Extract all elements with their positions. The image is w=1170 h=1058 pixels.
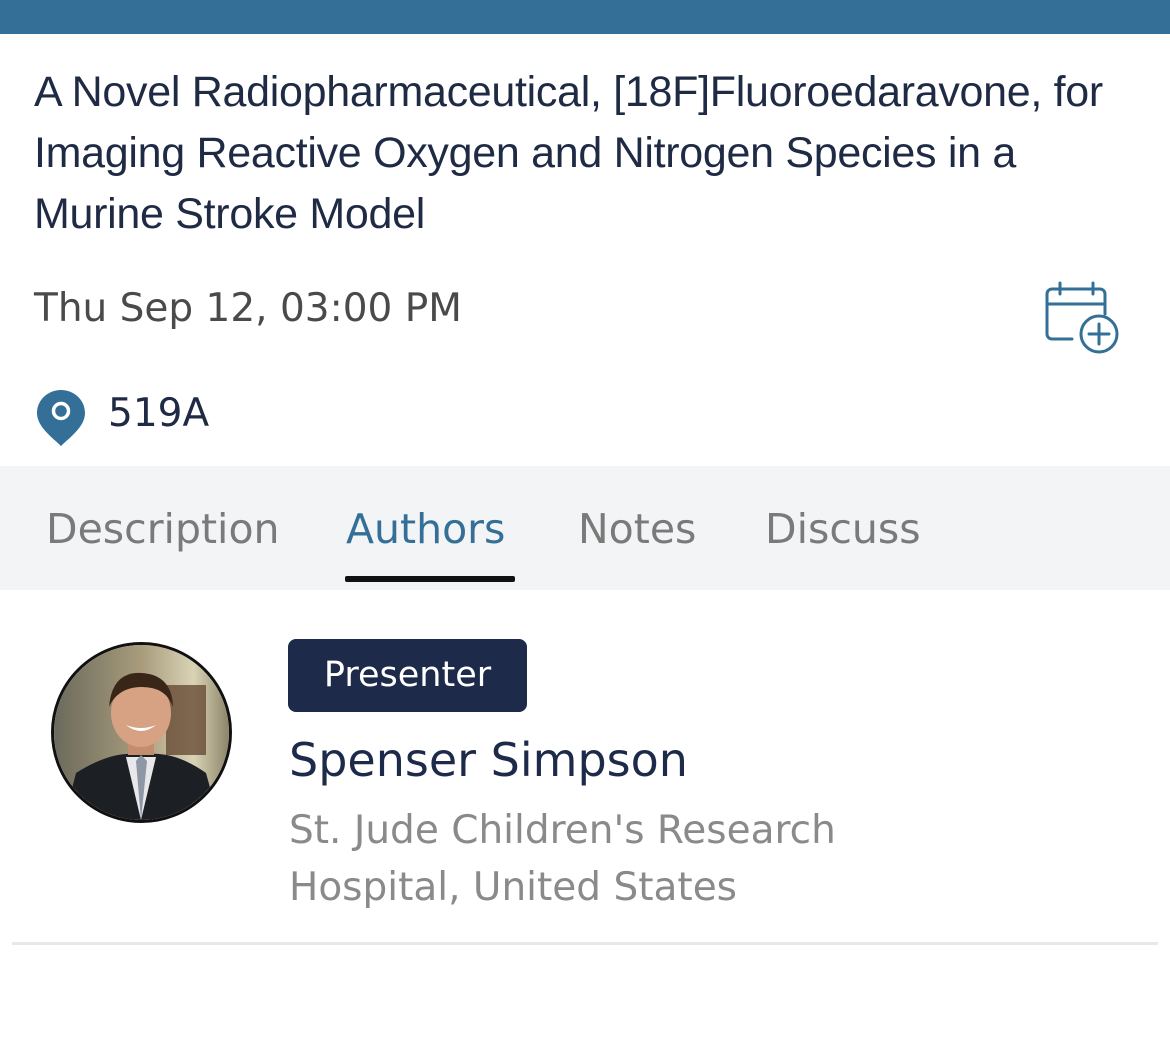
top-bar: [0, 0, 1170, 34]
tab-discuss[interactable]: Discuss: [765, 504, 921, 554]
presenter-badge: Presenter: [288, 639, 527, 712]
session-location: 519A: [108, 391, 210, 436]
author-list-item[interactable]: Presenter Spenser Simpson St. Jude Child…: [0, 590, 1170, 950]
list-divider: [12, 942, 1158, 945]
author-name: Spenser Simpson: [289, 733, 688, 787]
calendar-add-icon: [1045, 281, 1119, 354]
tab-notes[interactable]: Notes: [578, 504, 696, 554]
active-tab-indicator: [345, 576, 515, 582]
session-datetime: Thu Sep 12, 03:00 PM: [34, 286, 462, 331]
tab-bar: Description Authors Notes Discuss: [0, 466, 1170, 590]
session-title: A Novel Radiopharmaceutical, [18F]Fluoro…: [34, 68, 1103, 238]
add-to-calendar-button[interactable]: [1040, 280, 1124, 358]
tab-description[interactable]: Description: [46, 504, 280, 554]
location-pin-icon: [34, 388, 88, 448]
author-affiliation: St. Jude Children's Research Hospital, U…: [289, 808, 836, 910]
author-avatar: [51, 642, 232, 823]
tab-authors[interactable]: Authors: [346, 504, 505, 554]
